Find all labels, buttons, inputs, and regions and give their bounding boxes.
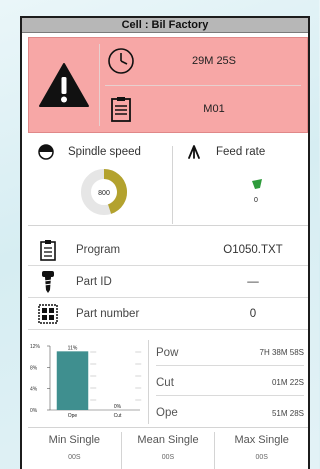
max-single-label: Max Single	[234, 434, 289, 446]
min-single-label: Min Single	[48, 434, 101, 446]
alarm-program-code: M01	[203, 103, 225, 115]
stat-pow-value: 7H 38M 58S	[259, 348, 304, 357]
stat-cut: Cut 01M 22S	[156, 370, 304, 396]
y-tick-label: 4%	[30, 387, 38, 393]
stat-pow-label: Pow	[156, 346, 179, 359]
ratio-chart: 12% 8% 4% 0% 11% Ope 0% Cut	[30, 344, 142, 419]
feed-arrow-icon	[186, 144, 202, 160]
part-number-row[interactable]: Part number 0	[28, 298, 308, 330]
min-single: Min Single 00S	[28, 432, 122, 469]
warning-icon	[29, 38, 99, 132]
program-label: Program	[76, 243, 121, 256]
program-value: O1050.TXT	[223, 243, 283, 256]
stat-pow: Pow 7H 38M 58S	[156, 340, 304, 366]
feed-value: 0	[254, 197, 258, 204]
clock-icon	[101, 47, 141, 75]
part-number-value: 0	[249, 307, 257, 320]
part-id-value: —	[247, 275, 259, 288]
info-list: Program O1050.TXT Part ID — Part number …	[28, 234, 308, 330]
category-label: Ope	[68, 413, 78, 419]
bar-data-label: 11%	[68, 345, 78, 351]
stat-cut-label: Cut	[156, 376, 174, 389]
cell-title: Cell : Bil Factory	[22, 18, 308, 33]
stat-ope: Ope 51M 28S	[156, 400, 304, 426]
bar-ope	[56, 351, 89, 410]
stat-ope-value: 51M 28S	[271, 408, 304, 418]
max-single: Max Single 00S	[215, 432, 308, 469]
mean-single-value: 00S	[161, 454, 175, 461]
y-tick-label: 12%	[30, 344, 41, 350]
part-number-label: Part number	[76, 307, 140, 320]
feed-header: Feed rate	[186, 144, 265, 160]
spindle-gauge: 800	[81, 169, 127, 215]
gauges-section: Spindle speed 800 Feed rate 0	[28, 140, 308, 226]
program-row[interactable]: Program O1050.TXT	[28, 234, 308, 266]
cell-panel: Cell : Bil Factory 29M 25S M01 Spindle s…	[20, 16, 310, 469]
min-single-value: 00S	[68, 454, 81, 461]
feed-label: Feed rate	[216, 146, 266, 158]
mean-single-label: Mean Single	[137, 434, 199, 446]
spindle-header: Spindle speed	[38, 144, 141, 160]
alarm-time-row: 29M 25S	[101, 38, 307, 84]
grid-icon	[28, 303, 68, 324]
max-single-value: 00S	[255, 454, 268, 461]
alarm-block[interactable]: 29M 25S M01	[28, 37, 308, 133]
singles-section: Min Single 00S Mean Single 00S Max Singl…	[28, 432, 308, 469]
category-label: Cut	[114, 413, 122, 419]
alarm-time: 29M 25S	[191, 55, 237, 67]
spindle-icon	[38, 144, 54, 160]
spindle-label: Spindle speed	[68, 146, 141, 158]
mean-single: Mean Single 00S	[122, 432, 216, 469]
alarm-program-row: M01	[101, 86, 307, 132]
stats-section: 12% 8% 4% 0% 11% Ope 0% Cut Pow 7H 38M 58S Cut …	[28, 336, 308, 428]
y-tick-label: 0%	[30, 408, 38, 414]
clipboard-icon	[28, 239, 68, 261]
part-id-label: Part ID	[76, 275, 112, 288]
stat-cut-value: 01M 22S	[271, 378, 304, 387]
screw-icon	[28, 270, 68, 294]
bar-data-label: 0%	[114, 404, 122, 410]
clipboard-icon	[101, 96, 141, 122]
y-tick-label: 8%	[30, 365, 38, 371]
feed-gauge: 0	[252, 179, 262, 204]
spindle-value: 800	[98, 190, 110, 197]
part-id-row[interactable]: Part ID —	[28, 266, 308, 298]
stat-ope-label: Ope	[156, 407, 178, 419]
